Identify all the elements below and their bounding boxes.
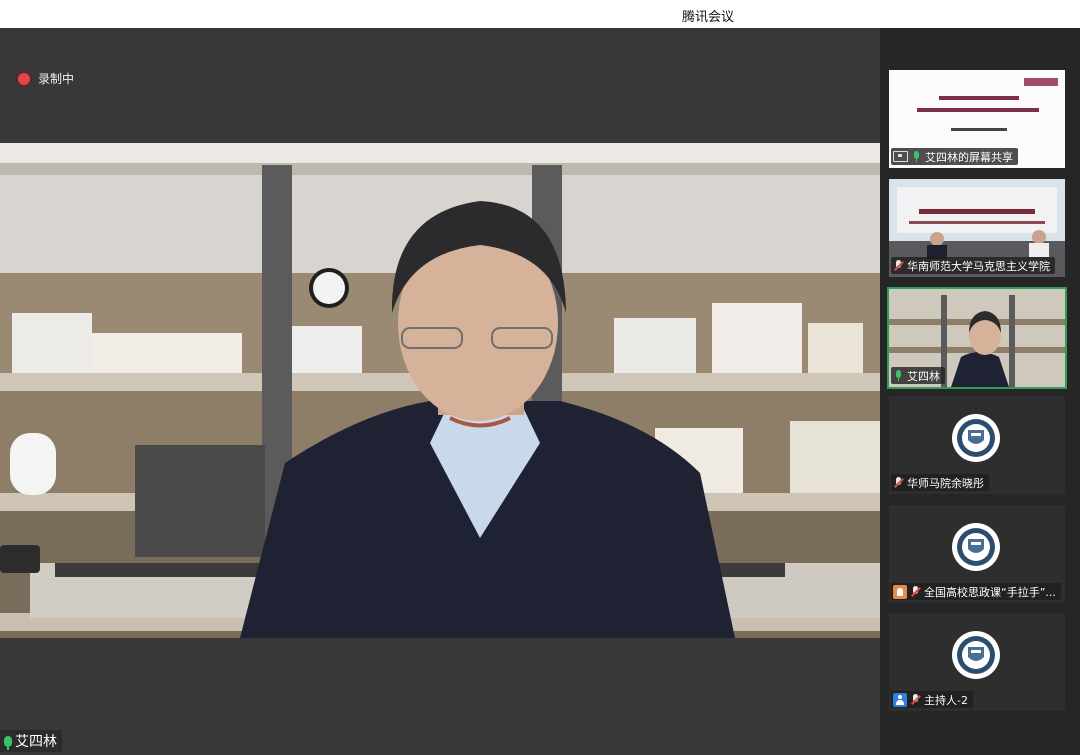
crest-icon — [957, 419, 995, 457]
participant-tile-screen-share[interactable]: 艾四林的屏幕共享 — [889, 70, 1065, 168]
recording-indicator[interactable]: 录制中 — [18, 70, 74, 87]
main-video-area[interactable]: 录制中 — [0, 28, 880, 755]
record-icon — [18, 72, 30, 85]
participant-label: 艾四林的屏幕共享 — [891, 148, 1018, 165]
speaker-video-image — [0, 143, 880, 638]
screen-share-icon — [893, 151, 908, 162]
speaker-video-feed — [0, 143, 880, 638]
participant-name: 全国高校思政课“手拉手”... — [924, 585, 1056, 599]
hand-raise-icon — [893, 584, 907, 599]
participant-name: 艾四林的屏幕共享 — [925, 150, 1013, 164]
crest-icon — [957, 528, 995, 566]
school-crest-avatar — [952, 631, 1000, 679]
participant-tile-avatar[interactable]: 华师马院余晓彤 — [889, 396, 1065, 494]
host-icon — [893, 692, 907, 707]
mic-off-icon — [910, 586, 921, 597]
mic-off-icon — [893, 260, 904, 271]
title-bar: 腾讯会议 — [0, 0, 1080, 46]
mic-on-icon — [4, 735, 12, 750]
participant-name: 主持人-2 — [924, 693, 968, 707]
mic-on-icon — [893, 370, 904, 381]
participant-label: 华南师范大学马克思主义学院 — [891, 257, 1055, 274]
mic-off-icon — [893, 477, 904, 488]
speaker-name-tag: 艾四林 — [0, 730, 62, 752]
school-crest-avatar — [952, 414, 1000, 462]
participant-name: 艾四林 — [907, 369, 940, 383]
mic-on-icon — [911, 151, 922, 162]
mic-off-icon — [910, 694, 921, 705]
participant-list[interactable]: 艾四林的屏幕共享 华南师范大学马克思主义学院 艾四林 华师马院余晓彤 全国高校思… — [880, 28, 1080, 755]
participant-tile-host[interactable]: 主持人-2 — [889, 613, 1065, 711]
app-title: 腾讯会议 — [682, 10, 735, 25]
main-video-top-bar — [0, 28, 880, 143]
crest-icon — [957, 636, 995, 674]
participant-label: 主持人-2 — [891, 691, 973, 708]
participant-name: 华师马院余晓彤 — [907, 476, 984, 490]
participant-tile-avatar[interactable]: 全国高校思政课“手拉手”... — [889, 505, 1065, 603]
recording-label: 录制中 — [38, 72, 75, 86]
participant-label: 全国高校思政课“手拉手”... — [891, 583, 1061, 600]
speaker-name: 艾四林 — [15, 734, 57, 750]
participant-tile-active-speaker[interactable]: 艾四林 — [887, 287, 1067, 389]
participant-label: 华师马院余晓彤 — [891, 474, 989, 491]
main-video-bottom-bar — [0, 638, 880, 755]
participant-tile-scnu[interactable]: 华南师范大学马克思主义学院 — [889, 179, 1065, 277]
participant-label: 艾四林 — [891, 367, 945, 384]
participant-name: 华南师范大学马克思主义学院 — [907, 259, 1050, 273]
school-crest-avatar — [952, 523, 1000, 571]
